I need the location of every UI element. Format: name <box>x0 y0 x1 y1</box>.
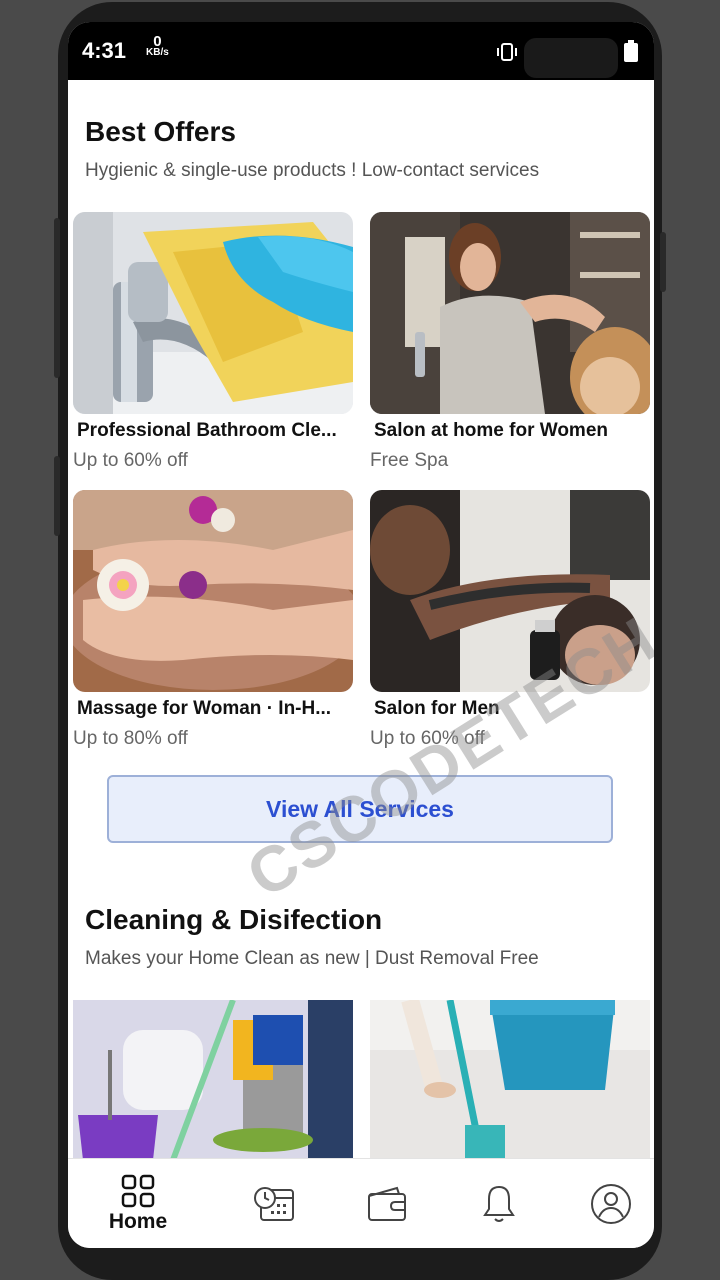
wallet-icon <box>368 1186 406 1221</box>
network-speed-value: 0 <box>153 33 162 50</box>
card-title[interactable]: Professional Bathroom Cle... <box>77 420 337 442</box>
status-bar: 4:31 0 KB/s <box>68 22 654 80</box>
vibrate-icon <box>497 43 517 61</box>
card-title[interactable]: Massage for Woman · In-H... <box>77 698 331 720</box>
salon-women-image[interactable] <box>370 212 650 414</box>
nav-label-home: Home <box>108 1210 168 1233</box>
nav-item-profile[interactable] <box>576 1159 646 1248</box>
card-discount: Free Spa <box>370 450 449 471</box>
view-all-services-button[interactable]: View All Services <box>107 775 613 843</box>
best-offers-subtitle: Hygienic & single-use products ! Low-con… <box>85 160 540 181</box>
network-speed-unit: KB/s <box>146 47 169 58</box>
bell-icon <box>483 1185 515 1222</box>
card-discount: Up to 80% off <box>73 728 188 749</box>
card-discount: Up to 60% off <box>370 728 485 749</box>
bottom-nav: Home <box>68 1158 654 1248</box>
side-button <box>660 232 666 292</box>
status-time: 4:31 <box>82 38 127 63</box>
grid-icon <box>121 1174 155 1208</box>
scroll-content[interactable]: Best Offers Hygienic & single-use produc… <box>68 80 654 1160</box>
card-title[interactable]: Salon for Men <box>374 698 500 720</box>
profile-icon <box>591 1184 631 1224</box>
side-button <box>54 456 60 536</box>
nav-item-home[interactable]: Home <box>98 1159 178 1248</box>
card-title[interactable]: Salon at home for Women <box>374 420 608 442</box>
calendar-clock-icon <box>254 1187 294 1221</box>
battery-icon <box>624 40 638 62</box>
nav-item-notifications[interactable] <box>464 1159 534 1248</box>
network-speed: 0 KB/s <box>146 33 169 58</box>
floor-mopping-photo[interactable] <box>370 1000 650 1160</box>
side-button <box>54 218 60 378</box>
camera-cutout <box>524 38 618 78</box>
bathroom-cleaning-image[interactable] <box>73 212 353 414</box>
best-offers-title: Best Offers <box>85 116 236 147</box>
nav-item-wallet[interactable] <box>352 1159 422 1248</box>
massage-image[interactable] <box>73 490 353 692</box>
card-discount: Up to 60% off <box>73 450 188 471</box>
salon-men-image[interactable] <box>370 490 650 692</box>
nav-item-bookings[interactable] <box>240 1159 310 1248</box>
bathroom-cleaning-photo[interactable] <box>73 1000 353 1160</box>
cleaning-title: Cleaning & Disifection <box>85 904 383 935</box>
app-screen: 4:31 0 KB/s Best Offers Hygienic & singl… <box>68 22 654 1248</box>
cleaning-subtitle: Makes your Home Clean as new | Dust Remo… <box>85 948 539 969</box>
